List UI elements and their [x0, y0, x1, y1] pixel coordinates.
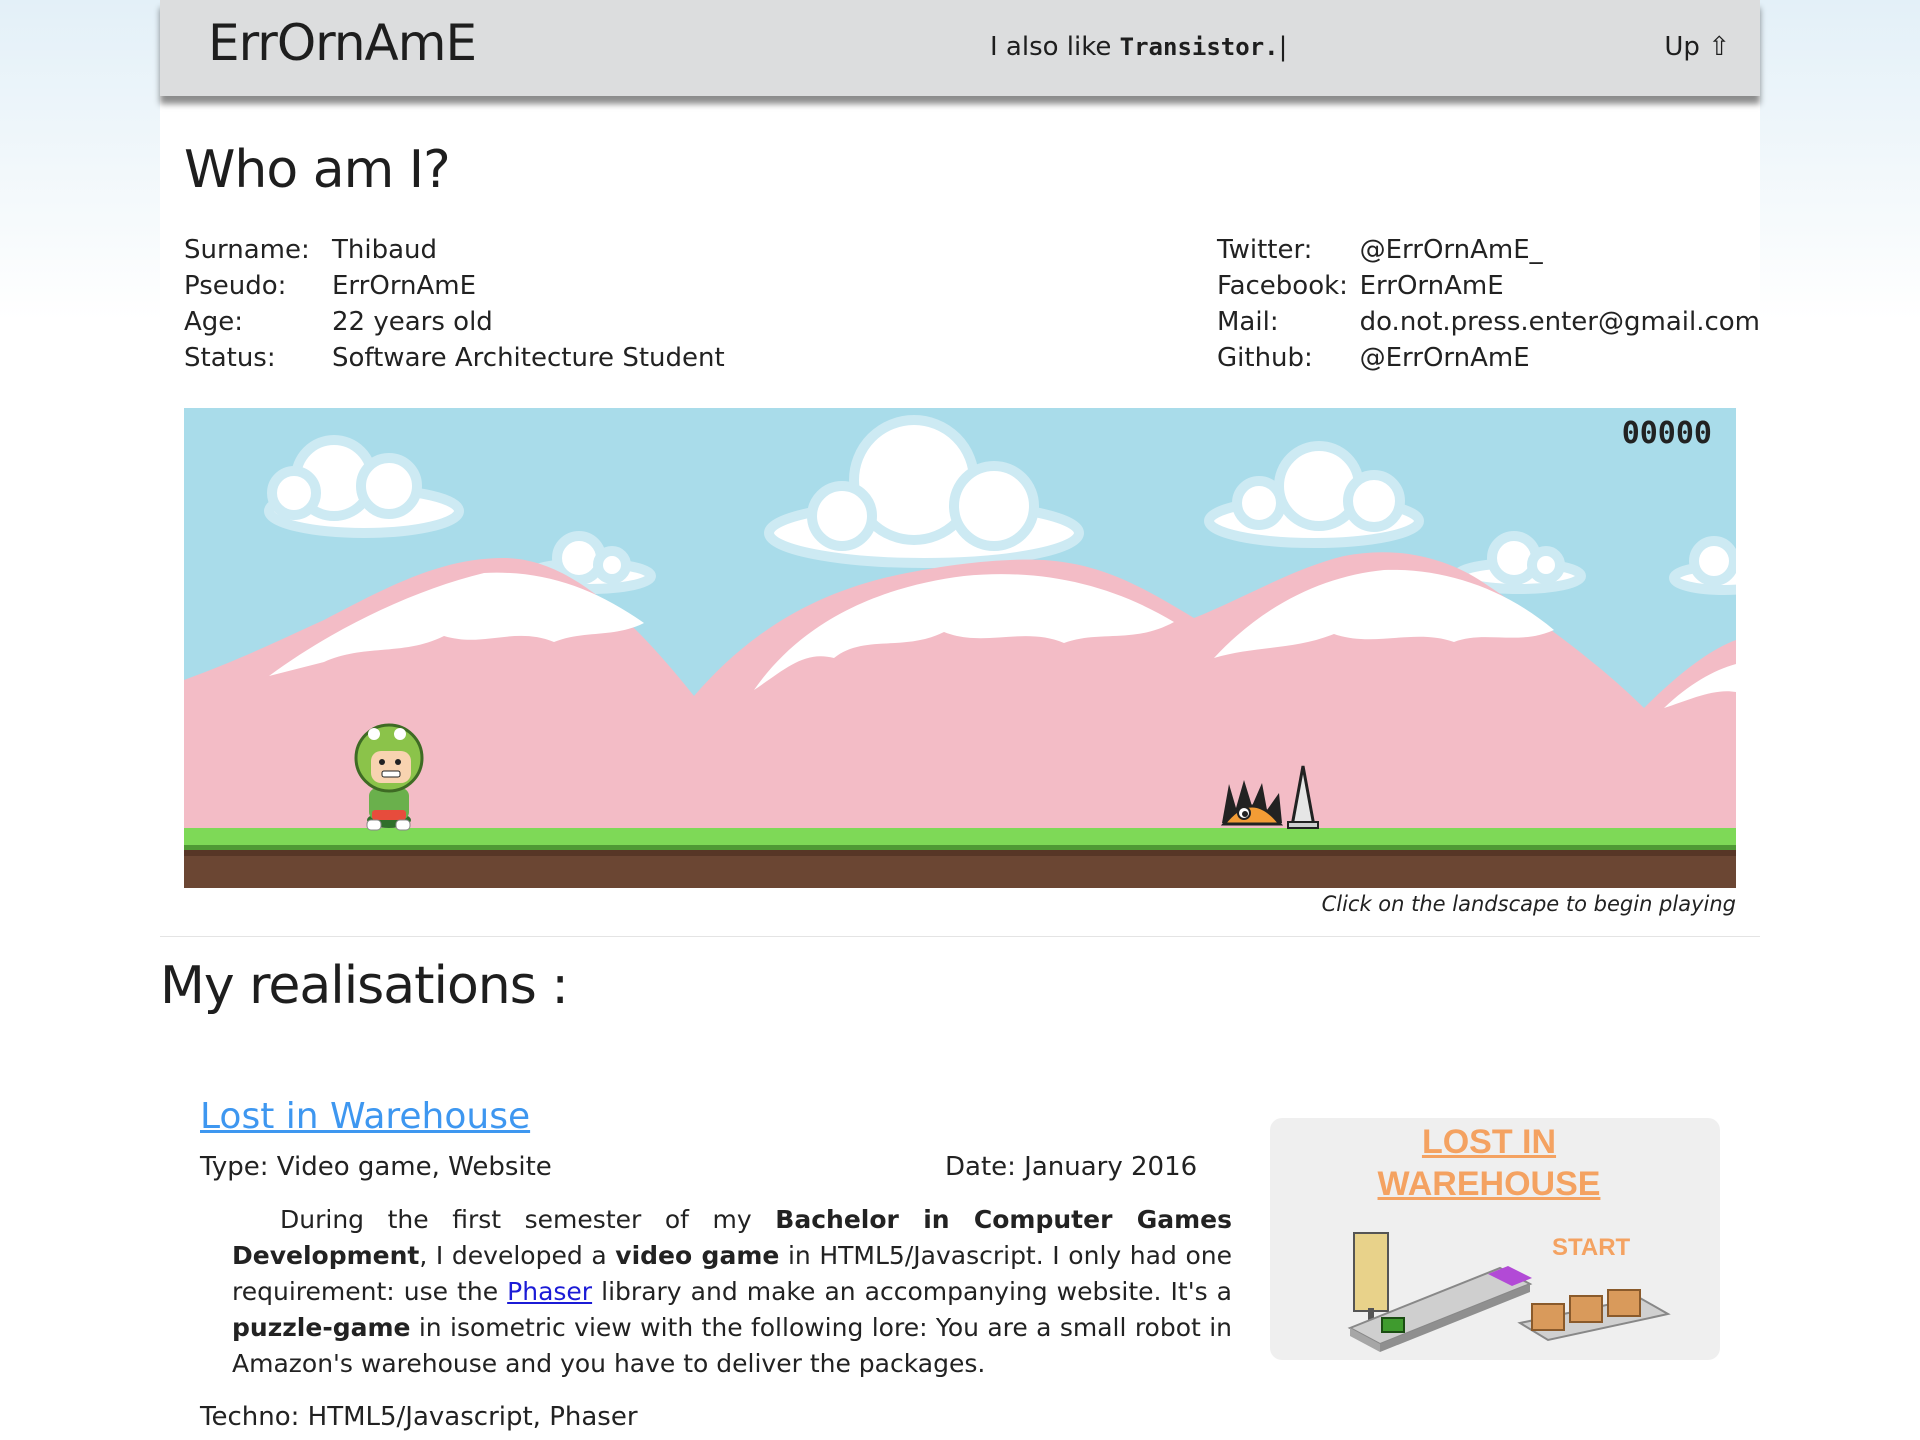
- tagline-typed-word: Transistor.: [1119, 33, 1279, 61]
- info-value: 22 years old: [332, 307, 493, 337]
- section-divider: [160, 936, 1760, 937]
- contact-row: Github: @ErrOrnAmE: [1217, 340, 1760, 376]
- project-thumbnail[interactable]: LOST IN WAREHOUSE START: [1270, 1118, 1720, 1360]
- info-key: Pseudo:: [184, 271, 287, 301]
- typing-cursor: |: [1278, 32, 1288, 62]
- date-label: Date:: [945, 1152, 1016, 1182]
- project-title-link[interactable]: Lost in Warehouse: [200, 1096, 530, 1137]
- page-container: ErrOrnAmE I also like Transistor.| Up ⇧ …: [160, 0, 1760, 1440]
- score-counter: 00000: [1621, 416, 1712, 451]
- section-title-realisations: My realisations :: [160, 956, 569, 1016]
- project-date: Date: January 2016: [945, 1152, 1197, 1182]
- project-techno: Techno: HTML5/Javascript, Phaser: [200, 1402, 638, 1432]
- contact-row: Twitter: @ErrOrnAmE_: [1217, 232, 1760, 268]
- desc-bold: video game: [615, 1241, 780, 1270]
- techno-label: Techno:: [200, 1402, 300, 1432]
- game-hint: Click on the landscape to begin playing: [1321, 892, 1736, 916]
- thumbnail-robot: [1381, 1317, 1405, 1333]
- project-type: Type: Video game, Website: [200, 1152, 552, 1182]
- contact-row: Mail: do.not.press.enter@gmail.com: [1217, 304, 1760, 340]
- desc-text: During the first semester of my: [280, 1205, 776, 1234]
- contact-row: Facebook: ErrOrnAmE: [1217, 268, 1760, 304]
- contact-key: Mail:: [1217, 307, 1279, 337]
- desc-text: , I developed a: [419, 1241, 616, 1270]
- info-key: Status:: [184, 343, 276, 373]
- game-canvas[interactable]: 00000: [184, 408, 1736, 888]
- contact-info-table: Twitter: @ErrOrnAmE_ Facebook: ErrOrnAmE M…: [1217, 232, 1760, 376]
- site-title[interactable]: ErrOrnAmE: [208, 14, 477, 72]
- dirt-top: [184, 850, 1736, 856]
- top-header: ErrOrnAmE I also like Transistor.| Up ⇧: [160, 0, 1760, 96]
- info-key: Surname:: [184, 235, 310, 265]
- info-value: ErrOrnAmE: [332, 271, 477, 301]
- info-row: Pseudo: ErrOrnAmE: [184, 268, 725, 304]
- twitter-handle: @ErrOrnAmE_: [1359, 235, 1543, 265]
- contact-key: Twitter:: [1217, 235, 1313, 265]
- info-value: Software Architecture Student: [332, 343, 725, 373]
- desc-text: library and make an accompanying website…: [592, 1277, 1232, 1306]
- tagline: I also like Transistor.|: [990, 32, 1287, 62]
- info-value: Thibaud: [332, 235, 438, 265]
- info-key: Age:: [184, 307, 244, 337]
- type-label: Type:: [200, 1152, 269, 1182]
- game-landscape: [184, 408, 1736, 888]
- facebook-handle: ErrOrnAmE: [1359, 271, 1504, 301]
- section-title-about: Who am I?: [184, 140, 451, 200]
- desc-bold: puzzle-game: [232, 1313, 411, 1342]
- personal-info-table: Surname: Thibaud Pseudo: ErrOrnAmE Age: 22 …: [184, 232, 725, 376]
- tagline-prefix: I also like: [990, 32, 1120, 62]
- contact-key: Github:: [1217, 343, 1313, 373]
- info-row: Status: Software Architecture Student: [184, 340, 725, 376]
- thumbnail-art: [1347, 1232, 1671, 1352]
- phaser-link[interactable]: Phaser: [507, 1277, 592, 1306]
- info-row: Surname: Thibaud: [184, 232, 725, 268]
- project-description: During the first semester of my Bachelor…: [232, 1202, 1232, 1382]
- thumbnail-signpost: [1353, 1232, 1389, 1328]
- thumbnail-boxes: [1517, 1289, 1671, 1342]
- github-handle: @ErrOrnAmE: [1359, 343, 1530, 373]
- up-button[interactable]: Up ⇧: [1664, 32, 1730, 62]
- date-value: January 2016: [1015, 1152, 1198, 1182]
- techno-value: HTML5/Javascript, Phaser: [299, 1402, 638, 1432]
- mail-address: do.not.press.enter@gmail.com: [1359, 307, 1760, 337]
- info-row: Age: 22 years old: [184, 304, 725, 340]
- contact-key: Facebook:: [1217, 271, 1348, 301]
- type-value: Video game, Website: [268, 1152, 552, 1182]
